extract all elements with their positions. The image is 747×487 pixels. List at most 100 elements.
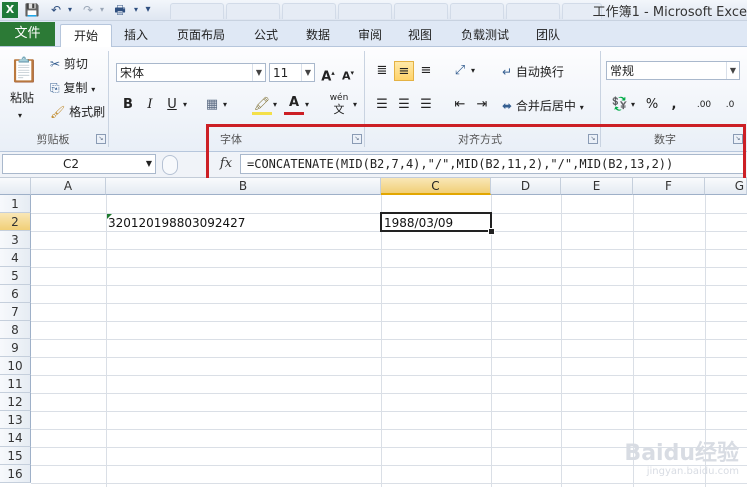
row-header-12[interactable]: 12 [0,393,31,411]
undo-dropdown-icon[interactable]: ▾ [62,2,78,18]
column-header-d[interactable]: D [491,178,561,195]
select-all-corner[interactable] [0,178,31,195]
clipboard-launcher-icon[interactable]: ↘ [96,134,106,144]
italic-button[interactable]: I [140,95,160,115]
merge-dropdown-icon[interactable]: ▾ [580,103,584,112]
save-icon[interactable]: 💾 [24,2,40,18]
column-header-f[interactable]: F [633,178,705,195]
accounting-format-icon[interactable]: 💱 [610,95,630,115]
shrink-font-button[interactable]: A▾ [338,63,358,83]
row-header-13[interactable]: 13 [0,411,31,429]
bold-button[interactable]: B [118,95,138,115]
row-header-7[interactable]: 7 [0,303,31,321]
paste-icon[interactable]: 📋 [8,53,40,87]
gridline [31,321,747,322]
increase-indent-icon[interactable]: ⇥ [472,95,492,115]
gridline [106,195,107,487]
row-header-8[interactable]: 8 [0,321,31,339]
comma-button[interactable]: , [664,95,684,115]
font-color-button[interactable]: A [284,95,304,115]
number-format-value: 常规 [610,64,635,78]
borders-dropdown-icon[interactable]: ▾ [220,95,230,115]
print-preview-icon[interactable]: 🖶 [112,2,128,18]
cell-b2[interactable]: 320120198803092427 [108,214,245,232]
redo-dropdown-icon[interactable]: ▾ [94,2,110,18]
row-header-4[interactable]: 4 [0,249,31,267]
tab-load-test[interactable]: 负载测试 [452,24,518,46]
customize-icon[interactable]: ▾ [140,2,156,18]
column-header-g[interactable]: G [705,178,747,195]
tab-view[interactable]: 视图 [398,24,442,46]
row-header-16[interactable]: 16 [0,465,31,483]
tab-insert[interactable]: 插入 [114,24,158,46]
increase-decimal-button[interactable]: .00 [692,95,716,115]
fill-color-dropdown-icon[interactable]: ▾ [270,95,280,115]
background-window-tab [506,3,560,19]
font-size-value: 11 [273,66,289,80]
orientation-dropdown-icon[interactable]: ▾ [468,61,478,81]
align-bottom-icon[interactable]: ≡ [416,61,436,81]
align-left-icon[interactable]: ☰ [372,95,392,115]
number-format-select[interactable]: 常规 ▼ [606,61,740,80]
cut-button[interactable]: ✂ 剪切 [50,55,88,73]
tab-formulas[interactable]: 公式 [244,24,288,46]
row-header-5[interactable]: 5 [0,267,31,285]
tab-home[interactable]: 开始 [60,24,112,47]
row-header-3[interactable]: 3 [0,231,31,249]
font-name-value: 宋体 [120,66,145,80]
spreadsheet-grid[interactable]: A B C D E F G 1 2 3 4 5 6 7 8 9 10 11 12… [0,178,747,487]
wrap-text-icon: ↵ [502,65,513,79]
paste-button[interactable]: 粘贴 [10,89,34,107]
phonetic-button[interactable]: wén 文 [326,92,352,118]
align-right-icon[interactable]: ☰ [416,95,436,115]
gridline [491,195,492,487]
grow-font-button[interactable]: A▴ [318,63,338,84]
format-painter-button[interactable]: 🖌 格式刷 [50,103,105,121]
name-box-splitter[interactable] [162,155,178,175]
align-middle-icon[interactable]: ≡ [394,61,414,81]
row-header-15[interactable]: 15 [0,447,31,465]
name-box[interactable]: C2 ▼ [2,154,156,174]
excel-logo-icon[interactable]: X [2,2,18,18]
tab-data[interactable]: 数据 [296,24,340,46]
accounting-dropdown-icon[interactable]: ▾ [628,95,638,115]
font-name-select[interactable]: 宋体 ▼ [116,63,266,82]
align-center-icon[interactable]: ☰ [394,95,414,115]
underline-dropdown-icon[interactable]: ▾ [180,95,190,115]
tab-file[interactable]: 文件 [0,22,55,46]
column-header-e[interactable]: E [561,178,633,195]
merge-center-button[interactable]: ⬌ 合并后居中 ▾ [502,97,584,117]
row-header-14[interactable]: 14 [0,429,31,447]
align-top-icon[interactable]: ≣ [372,61,392,81]
row-header-2[interactable]: 2 [0,213,31,231]
gridline [31,411,747,412]
fill-color-icon[interactable]: 🖍 [252,95,272,115]
wrap-text-button[interactable]: ↵ 自动换行 [502,63,564,81]
decrease-decimal-button[interactable]: .0 [718,95,742,115]
tab-review[interactable]: 审阅 [348,24,392,46]
borders-icon[interactable]: ▦ [202,95,222,115]
copy-dropdown-icon[interactable]: ▾ [91,85,95,94]
row-header-10[interactable]: 10 [0,357,31,375]
fill-handle[interactable] [488,228,495,235]
orientation-icon[interactable]: ⤢ [450,61,470,81]
font-size-select[interactable]: 11 ▼ [269,63,315,82]
paste-dropdown-icon[interactable]: ▾ [18,107,22,125]
column-header-c[interactable]: C [381,178,491,195]
copy-button[interactable]: ⎘ 复制 ▾ [50,79,95,99]
tab-page-layout[interactable]: 页面布局 [168,24,234,46]
phonetic-dropdown-icon[interactable]: ▾ [350,95,360,115]
underline-button[interactable]: U [162,95,182,115]
tab-team[interactable]: 团队 [526,24,570,46]
row-header-11[interactable]: 11 [0,375,31,393]
row-header-9[interactable]: 9 [0,339,31,357]
column-header-b[interactable]: B [106,178,381,195]
decrease-indent-icon[interactable]: ⇤ [450,95,470,115]
row-header-1[interactable]: 1 [0,195,31,213]
column-header-a[interactable]: A [31,178,106,195]
gridline [31,393,747,394]
row-header-6[interactable]: 6 [0,285,31,303]
font-color-dropdown-icon[interactable]: ▾ [302,95,312,115]
percent-button[interactable]: % [642,95,662,115]
name-box-value: C2 [63,157,80,171]
